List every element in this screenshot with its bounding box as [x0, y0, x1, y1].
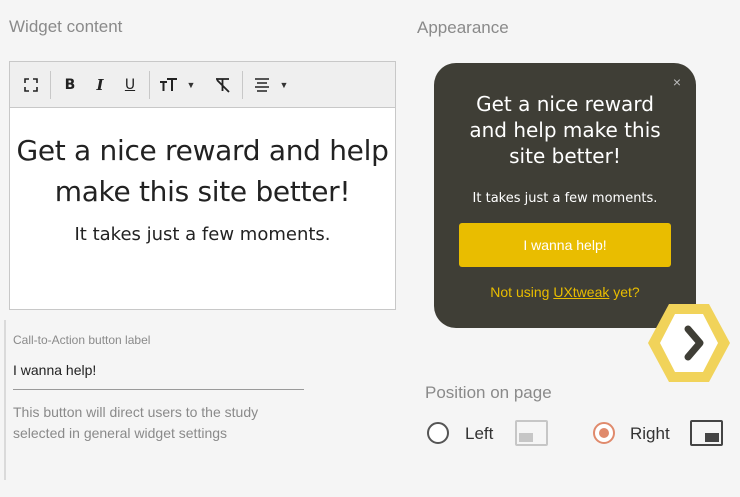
font-size-caret-icon[interactable]: ▼: [184, 74, 198, 96]
underline-button[interactable]: U: [119, 74, 141, 96]
preview-heading: Get a nice reward and help make this sit…: [434, 91, 696, 169]
editor-heading: Get a nice reward and help make this sit…: [16, 134, 389, 208]
widget-content-title: Widget content: [9, 17, 123, 36]
bottom-left-position-icon[interactable]: [515, 420, 548, 446]
toolbar-divider: [50, 70, 51, 99]
cta-field-label: Call-to-Action button label: [13, 333, 151, 347]
widget-launcher-icon[interactable]: [645, 301, 733, 385]
align-center-icon[interactable]: [251, 74, 273, 96]
editor-toolbar: B I U ▼ ▼: [10, 62, 395, 108]
editor-subtext: It takes just a few moments.: [74, 224, 331, 245]
footer-prefix: Not using: [490, 284, 554, 300]
position-left-label[interactable]: Left: [465, 424, 493, 444]
preview-heading-text: Get a nice reward and help make this sit…: [469, 92, 661, 168]
footer-suffix: yet?: [609, 284, 640, 300]
preview-footer: Not using UXtweak yet?: [434, 284, 696, 300]
rich-text-editor: B I U ▼ ▼ Get a nice reward and help mak…: [9, 61, 396, 310]
bold-button[interactable]: B: [59, 74, 81, 96]
close-icon[interactable]: ×: [673, 74, 681, 90]
bottom-right-position-icon[interactable]: [690, 420, 723, 446]
toolbar-divider: [149, 70, 150, 99]
cta-field-group: Call-to-Action button label This button …: [4, 320, 304, 480]
preview-cta-button[interactable]: I wanna help!: [459, 223, 671, 267]
cta-label-input[interactable]: [13, 356, 304, 390]
appearance-title: Appearance: [417, 18, 509, 37]
italic-button[interactable]: I: [89, 74, 111, 96]
position-right-radio[interactable]: [593, 422, 615, 444]
uxtweak-link[interactable]: UXtweak: [553, 284, 609, 300]
font-size-button[interactable]: [158, 74, 180, 96]
preview-subtext: It takes just a few moments.: [472, 191, 658, 206]
toolbar-divider: [242, 70, 243, 99]
position-left-radio[interactable]: [427, 422, 449, 444]
clear-format-button[interactable]: [212, 74, 234, 96]
align-caret-icon[interactable]: ▼: [277, 74, 291, 96]
editor-body[interactable]: Get a nice reward and help make this sit…: [10, 108, 395, 245]
cta-help-text: This button will direct users to the stu…: [13, 404, 259, 441]
position-right-label[interactable]: Right: [630, 424, 670, 444]
fullscreen-icon[interactable]: [20, 74, 42, 96]
widget-preview: × Get a nice reward and help make this s…: [434, 63, 696, 328]
position-title: Position on page: [425, 383, 552, 402]
